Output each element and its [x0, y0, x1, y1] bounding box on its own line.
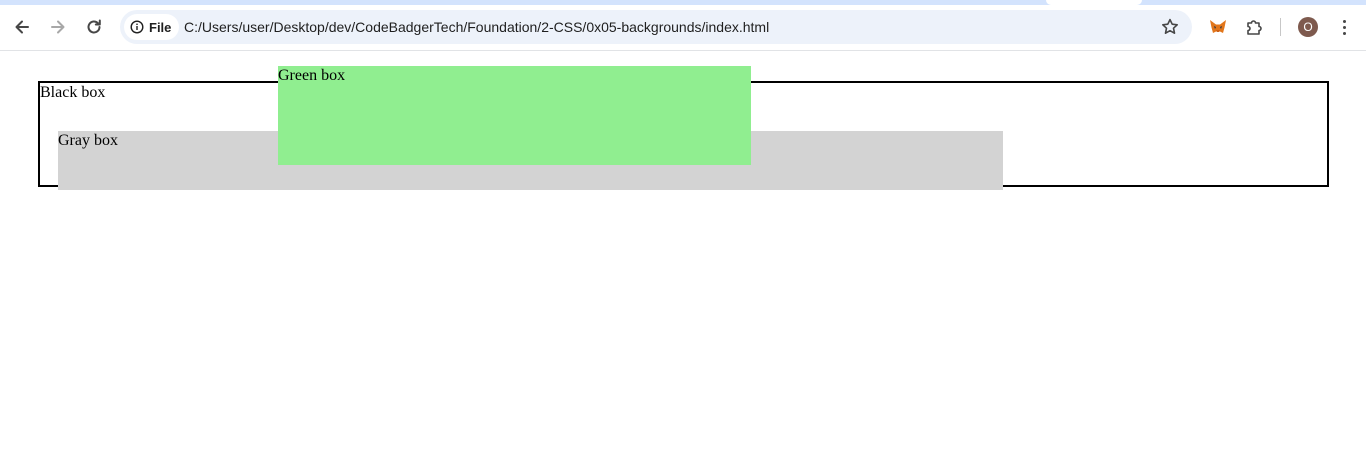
star-icon[interactable] — [1160, 17, 1180, 37]
toolbar-divider — [1280, 18, 1281, 36]
three-dots-vertical-icon[interactable] — [1334, 17, 1354, 37]
profile-avatar[interactable]: O — [1298, 17, 1318, 37]
gray-box-label: Gray box — [58, 132, 118, 149]
arrow-left-icon — [15, 20, 29, 34]
back-button[interactable] — [8, 13, 36, 41]
address-bar[interactable]: File C:/Users/user/Desktop/dev/CodeBadge… — [120, 10, 1192, 44]
forward-button[interactable] — [44, 13, 72, 41]
metamask-fox-icon[interactable] — [1208, 17, 1228, 37]
green-box-label: Green box — [278, 67, 346, 84]
reload-button[interactable] — [80, 13, 108, 41]
url-text[interactable]: C:/Users/user/Desktop/dev/CodeBadgerTech… — [184, 10, 769, 44]
info-icon — [130, 20, 144, 34]
black-box-label: Black box — [40, 84, 106, 101]
site-info-label: File — [149, 19, 172, 35]
site-info-chip[interactable]: File — [124, 14, 180, 40]
reload-icon — [87, 19, 101, 34]
arrow-right-icon — [51, 20, 65, 34]
browser-toolbar: File C:/Users/user/Desktop/dev/CodeBadge… — [0, 5, 1366, 51]
puzzle-piece-icon[interactable] — [1244, 17, 1264, 37]
green-box: Green box — [278, 66, 751, 165]
